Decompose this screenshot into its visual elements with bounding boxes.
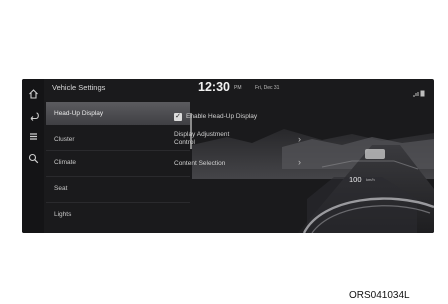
back-icon[interactable]: [26, 108, 40, 122]
menu-item-label: Seat: [54, 185, 68, 192]
clock-date: Fri, Dec 31: [255, 85, 280, 91]
menu-item-lights[interactable]: Lights: [46, 203, 190, 226]
clock-time: 12:30: [198, 80, 230, 94]
hud-speed-value: 100: [349, 175, 362, 184]
menu-item-label: Lights: [54, 211, 72, 218]
side-icon-bar: [22, 79, 44, 233]
search-icon[interactable]: [26, 151, 40, 165]
menu-item-label: Cluster: [54, 136, 75, 143]
menu-item-climate[interactable]: Climate: [46, 151, 190, 174]
chevron-right-icon: ›: [298, 157, 301, 167]
menu-icon[interactable]: [26, 129, 40, 143]
menu-item-label: Climate: [54, 159, 77, 166]
figure-code: ORS041034L: [349, 290, 410, 301]
content-selection-label: Content Selection: [174, 160, 226, 167]
enable-hud-checkbox[interactable]: ✓: [174, 113, 182, 121]
chevron-right-icon: ›: [298, 134, 301, 144]
infotainment-screen: Vehicle Settings 12:30 PM Fri, Dec 31 He…: [22, 79, 434, 233]
settings-menu: Head-Up Display Cluster Climate Seat Lig…: [46, 102, 192, 233]
display-adjustment-label: Display Adjustment Control: [174, 131, 230, 146]
content-selection-option[interactable]: Content Selection ›: [174, 157, 309, 170]
menu-item-label: Head-Up Display: [54, 110, 104, 117]
hud-speed-unit: km/h: [366, 177, 375, 182]
display-adjustment-option[interactable]: Display Adjustment Control ›: [174, 131, 309, 151]
enable-hud-option[interactable]: ✓ Enable Head-Up Display: [174, 113, 294, 123]
menu-item-seat[interactable]: Seat: [46, 177, 190, 200]
menu-item-cluster[interactable]: Cluster: [46, 128, 190, 151]
enable-hud-label: Enable Head-Up Display: [186, 113, 258, 120]
home-icon[interactable]: [26, 86, 40, 100]
signal-icon: [412, 84, 426, 102]
clock-ampm: PM: [234, 85, 242, 91]
menu-item-head-up-display[interactable]: Head-Up Display: [46, 102, 190, 125]
page-title: Vehicle Settings: [52, 83, 106, 92]
